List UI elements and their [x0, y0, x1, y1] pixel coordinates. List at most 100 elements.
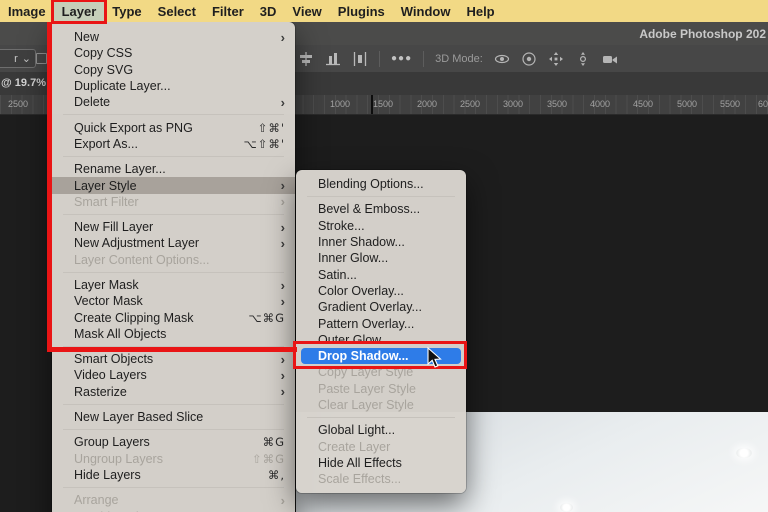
distribute-centers-icon[interactable] [352, 51, 368, 67]
align-horizontal-centers-icon[interactable] [298, 51, 314, 67]
orbit-3d-icon[interactable] [494, 51, 510, 67]
layer-menu-item-layer-style[interactable]: Layer Style › [52, 177, 295, 194]
layer-menu-item-rename-layer[interactable]: Rename Layer... [52, 161, 295, 177]
layer-menu-item-copy-css[interactable]: Copy CSS [52, 45, 295, 61]
layer-menu-item-new-adjustment-layer[interactable]: New Adjustment Layer › [52, 235, 295, 251]
layer-style-item-gradient-overlay[interactable]: Gradient Overlay... [296, 299, 466, 315]
menubar-item-view[interactable]: View [284, 2, 329, 21]
3d-mode-label: 3D Mode: [435, 52, 483, 65]
drag-3d-icon[interactable] [548, 51, 564, 67]
layer-menu-item-arrange: Arrange › [52, 492, 295, 508]
layer-menu-item-new-fill-layer[interactable]: New Fill Layer › [52, 219, 295, 235]
layer-style-item-satin[interactable]: Satin... [296, 266, 466, 282]
layer-menu-item-copy-svg[interactable]: Copy SVG [52, 62, 295, 78]
menu-item-label: Inner Shadow... [318, 235, 405, 250]
layer-menu-separator [63, 114, 284, 116]
menu-item-label: Layer Content Options... [74, 252, 210, 267]
layer-menu-item-layer-mask[interactable]: Layer Mask › [52, 277, 295, 293]
layer-menu-separator [63, 213, 284, 215]
layer-menu-separator [63, 271, 284, 273]
layer-style-item-color-overlay[interactable]: Color Overlay... [296, 283, 466, 299]
menu-item-label: Color Overlay... [318, 283, 404, 298]
layer-menu-item-new[interactable]: New › [52, 29, 295, 45]
document-tab[interactable]: @ 19.7% ( [1, 77, 53, 89]
menubar-item-plugins[interactable]: Plugins [330, 2, 393, 21]
layer-menu-item-vector-mask[interactable]: Vector Mask › [52, 293, 295, 309]
layer-style-item-paste-layer-style: Paste Layer Style [296, 381, 466, 397]
layer-style-item-pattern-overlay[interactable]: Pattern Overlay... [296, 315, 466, 331]
menubar-item-layer[interactable]: Layer [50, 0, 108, 24]
ruler-number: 4500 [633, 99, 654, 109]
ruler-number: 1500 [373, 99, 394, 109]
roll-3d-icon[interactable] [521, 51, 537, 67]
more-options-button[interactable]: ●●● [391, 53, 412, 64]
layer-menu-item-group-layers[interactable]: Group Layers ⌘G [52, 434, 295, 450]
menu-item-label: Arrange [74, 493, 119, 508]
menu-item-shortcut: ⇧⌘G [251, 451, 285, 466]
ruler-number: 2000 [417, 99, 438, 109]
menu-item-label: New Adjustment Layer [74, 236, 200, 251]
menu-item-label: Ungroup Layers [74, 451, 163, 466]
menubar-item-help[interactable]: Help [458, 2, 502, 21]
slide-3d-icon[interactable] [575, 51, 591, 67]
layer-menu-item-delete[interactable]: Delete › [52, 94, 295, 110]
menu-item-label: Copy CSS [74, 46, 133, 61]
layer-style-item-blending-options[interactable]: Blending Options... [296, 176, 466, 192]
layer-menu-item-mask-all-objects[interactable]: Mask All Objects [52, 326, 295, 342]
layer-menu-item-hide-layers[interactable]: Hide Layers ⌘, [52, 467, 295, 483]
layer-style-item-global-light[interactable]: Global Light... [296, 422, 466, 438]
menubar-item-image[interactable]: Image [0, 2, 54, 21]
tool-preset-dropdown[interactable]: r ⌄ [0, 49, 36, 68]
menu-item-label: Rename Layer... [74, 162, 166, 177]
layer-menu-separator [63, 403, 284, 405]
layer-style-item-hide-all-effects[interactable]: Hide All Effects [296, 455, 466, 471]
layer-menu-item-rasterize[interactable]: Rasterize › [52, 384, 295, 400]
photoshop-window: Adobe Photoshop 202 r ⌄ ●●● 3D Mode: @ 1… [0, 0, 768, 512]
layer-style-item-stroke[interactable]: Stroke... [296, 218, 466, 234]
layer-menu-item-new-layer-based-slice[interactable]: New Layer Based Slice [52, 409, 295, 425]
layer-menu-item-export-as[interactable]: Export As... ⌥⇧⌘' [52, 136, 295, 152]
menu-item-label: Vector Mask [74, 294, 143, 309]
menubar-item-3d[interactable]: 3D [252, 2, 285, 21]
layer-style-item-bevel-emboss[interactable]: Bevel & Emboss... [296, 201, 466, 217]
menubar-item-type[interactable]: Type [104, 2, 149, 21]
submenu-arrow-icon: › [280, 219, 285, 235]
submenu-arrow-icon: › [280, 351, 285, 367]
layer-menu-separator [63, 156, 284, 158]
layer-menu-item-quick-export-as-png[interactable]: Quick Export as PNG ⇧⌘' [52, 119, 295, 135]
app-title: Adobe Photoshop 202 [639, 27, 766, 41]
ruler-number: 5000 [677, 99, 698, 109]
menu-item-label: Inner Glow... [318, 251, 389, 266]
menu-item-label: Layer Style [74, 178, 137, 193]
menubar-item-select[interactable]: Select [150, 2, 204, 21]
menu-item-label: Smart Filter [74, 194, 139, 209]
layer-style-item-inner-shadow[interactable]: Inner Shadow... [296, 234, 466, 250]
submenu-arrow-icon: › [280, 367, 285, 383]
ruler-number: 2500 [8, 99, 29, 109]
submenu-arrow-icon: › [280, 178, 285, 194]
menubar-item-filter[interactable]: Filter [204, 2, 252, 21]
ruler-number: 2500 [460, 99, 481, 109]
menu-item-label: Layer Mask [74, 278, 139, 292]
layer-menu-item-ungroup-layers: Ungroup Layers ⇧⌘G [52, 451, 295, 467]
layer-menu-item-layer-content-options: Layer Content Options... [52, 252, 295, 268]
options-checkbox[interactable] [36, 53, 47, 64]
align-bottom-edges-icon[interactable] [325, 51, 341, 67]
layer-style-item-inner-glow[interactable]: Inner Glow... [296, 250, 466, 266]
menu-item-label: Satin... [318, 267, 357, 282]
camera-3d-icon[interactable] [602, 51, 618, 67]
layer-menu-item-duplicate-layer[interactable]: Duplicate Layer... [52, 78, 295, 94]
layer-style-submenu-panel: Blending Options... Bevel & Emboss... Stro… [296, 170, 466, 494]
layer-menu-item-create-clipping-mask[interactable]: Create Clipping Mask ⌥⌘G [52, 309, 295, 325]
layer-menu-item-video-layers[interactable]: Video Layers › [52, 367, 295, 383]
menu-bar: Image Layer Type Select Filter 3D View Plugins W… [0, 0, 768, 24]
annotation-red-line-horizontal [47, 347, 297, 352]
mouse-cursor [427, 347, 442, 368]
menu-item-label: Stroke... [318, 218, 365, 233]
menubar-item-window[interactable]: Window [393, 2, 459, 21]
menu-item-label: New Layer Based Slice [74, 410, 204, 425]
layer-menu-item-smart-objects[interactable]: Smart Objects › [52, 351, 295, 367]
ruler-number: 1000 [330, 99, 351, 109]
chevron-down-icon: ⌄ [21, 53, 31, 65]
menu-item-label: Bevel & Emboss... [318, 202, 421, 217]
